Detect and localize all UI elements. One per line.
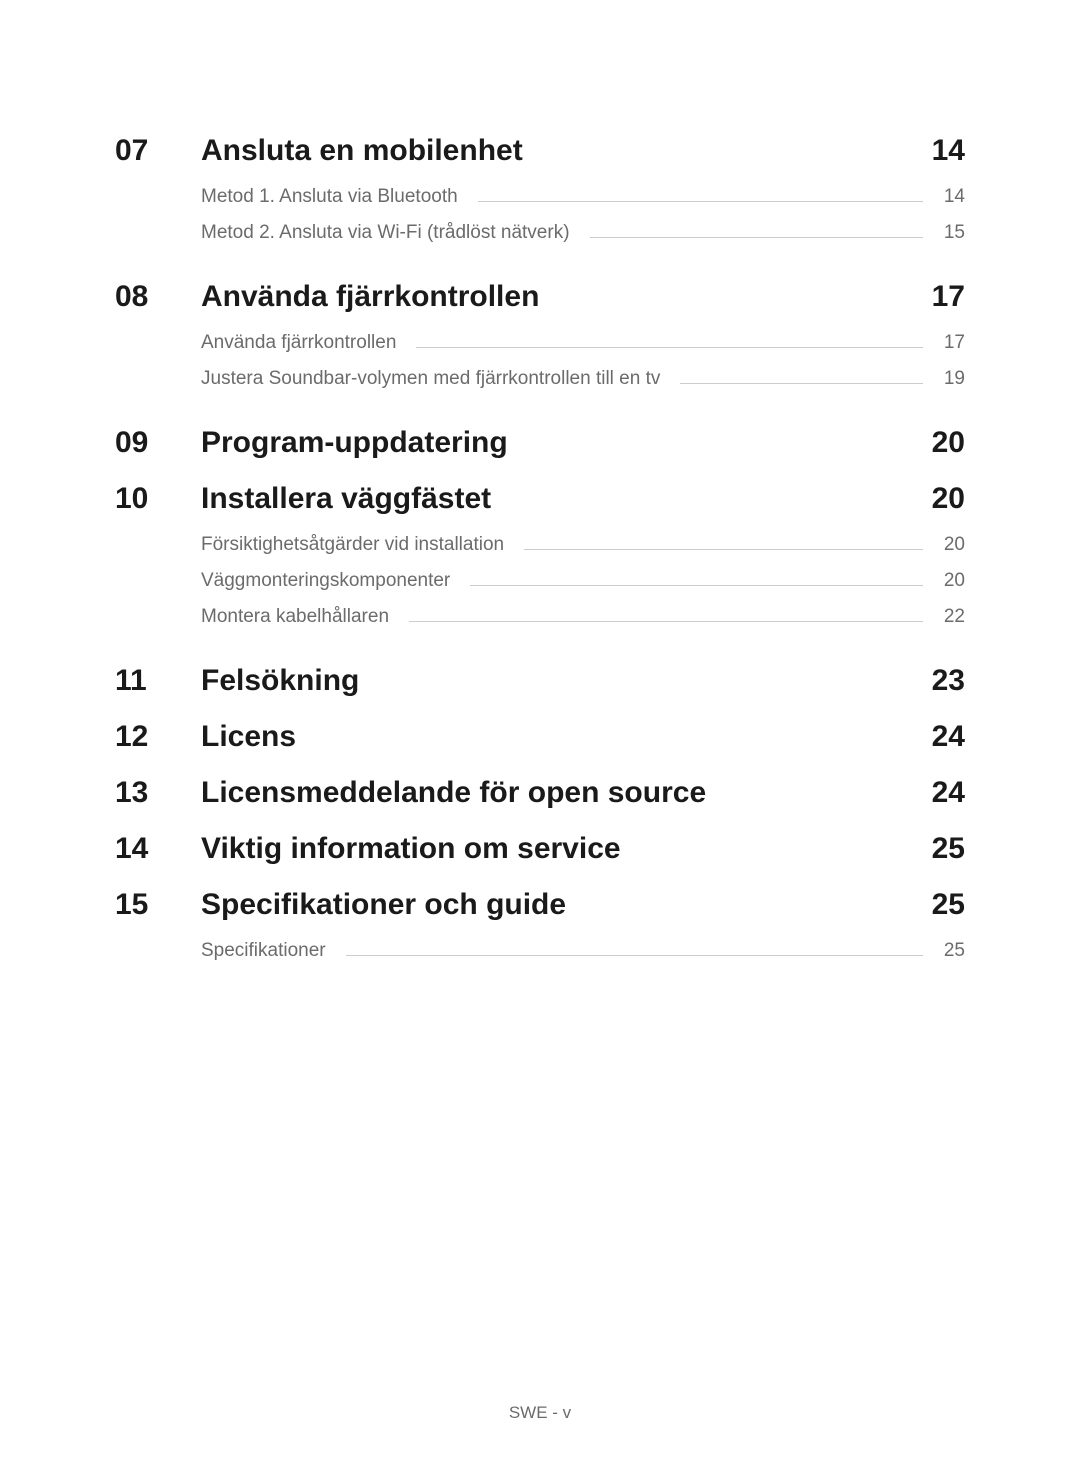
section-number: 10 bbox=[115, 482, 201, 516]
section-header: Ansluta en mobilenhet 14 bbox=[201, 134, 965, 168]
section-header: Felsökning 23 bbox=[201, 664, 965, 698]
sub-item-page: 19 bbox=[935, 368, 965, 390]
section-number: 09 bbox=[115, 426, 201, 460]
section-header: Licensmeddelande för open source 24 bbox=[201, 776, 965, 810]
leader-line bbox=[524, 549, 923, 550]
sub-item-title: Väggmonteringskomponenter bbox=[201, 570, 450, 592]
section-page: 14 bbox=[932, 134, 965, 168]
sub-item-page: 22 bbox=[935, 606, 965, 628]
section-number: 08 bbox=[115, 280, 201, 314]
leader-line bbox=[680, 383, 923, 384]
section-content: Licensmeddelande för open source 24 bbox=[201, 776, 965, 810]
footer-text: SWE - v bbox=[509, 1403, 571, 1422]
section-number: 14 bbox=[115, 832, 201, 866]
section-header: Använda fjärrkontrollen 17 bbox=[201, 280, 965, 314]
section-title: Specifikationer och guide bbox=[201, 888, 566, 922]
section-content: Program-uppdatering 20 bbox=[201, 426, 965, 460]
section-number: 12 bbox=[115, 720, 201, 754]
sub-item-title: Justera Soundbar-volymen med fjärrkontro… bbox=[201, 368, 660, 390]
section-page: 25 bbox=[932, 888, 965, 922]
section-page: 17 bbox=[932, 280, 965, 314]
page-footer: SWE - v bbox=[0, 1403, 1080, 1423]
section-content: Använda fjärrkontrollen17Använda fjärrko… bbox=[201, 280, 965, 404]
sub-item-page: 15 bbox=[935, 222, 965, 244]
sub-items: Försiktighetsåtgärder vid installation 20… bbox=[201, 534, 965, 628]
section-header: Viktig information om service 25 bbox=[201, 832, 965, 866]
sub-item: Metod 2. Ansluta via Wi-Fi (trådlöst nät… bbox=[201, 222, 965, 244]
sub-item: Metod 1. Ansluta via Bluetooth 14 bbox=[201, 186, 965, 208]
toc-section: 07Ansluta en mobilenhet14Metod 1. Anslut… bbox=[115, 134, 965, 258]
section-page: 20 bbox=[932, 426, 965, 460]
toc-section: 12Licens 24 bbox=[115, 720, 965, 754]
leader-line bbox=[346, 955, 923, 956]
section-page: 24 bbox=[932, 776, 965, 810]
section-number: 13 bbox=[115, 776, 201, 810]
section-page: 24 bbox=[932, 720, 965, 754]
section-title: Ansluta en mobilenhet bbox=[201, 134, 523, 168]
section-title: Licens bbox=[201, 720, 296, 754]
toc-section: 08Använda fjärrkontrollen17Använda fjärr… bbox=[115, 280, 965, 404]
sub-item-page: 25 bbox=[935, 940, 965, 962]
sub-item-page: 14 bbox=[935, 186, 965, 208]
section-header: Program-uppdatering 20 bbox=[201, 426, 965, 460]
section-title: Installera väggfästet bbox=[201, 482, 491, 516]
section-number: 11 bbox=[115, 664, 201, 698]
leader-line bbox=[590, 237, 923, 238]
section-number: 07 bbox=[115, 134, 201, 168]
leader-line bbox=[416, 347, 923, 348]
sub-item-title: Använda fjärrkontrollen bbox=[201, 332, 396, 354]
toc-section: 14Viktig information om service 25 bbox=[115, 832, 965, 866]
sub-item: Montera kabelhållaren 22 bbox=[201, 606, 965, 628]
leader-line bbox=[409, 621, 923, 622]
sub-item: Använda fjärrkontrollen 17 bbox=[201, 332, 965, 354]
sub-item: Försiktighetsåtgärder vid installation 20 bbox=[201, 534, 965, 556]
sub-item-page: 20 bbox=[935, 534, 965, 556]
toc-section: 15Specifikationer och guide25Specifikati… bbox=[115, 888, 965, 976]
toc-container: 07Ansluta en mobilenhet14Metod 1. Anslut… bbox=[0, 0, 1080, 976]
section-page: 25 bbox=[932, 832, 965, 866]
sub-item: Specifikationer 25 bbox=[201, 940, 965, 962]
section-title: Viktig information om service bbox=[201, 832, 621, 866]
sub-item-page: 17 bbox=[935, 332, 965, 354]
sub-items: Metod 1. Ansluta via Bluetooth 14 Metod 2.… bbox=[201, 186, 965, 244]
sub-item-title: Montera kabelhållaren bbox=[201, 606, 389, 628]
sub-item: Väggmonteringskomponenter 20 bbox=[201, 570, 965, 592]
section-page: 20 bbox=[932, 482, 965, 516]
section-header: Installera väggfästet 20 bbox=[201, 482, 965, 516]
section-title: Program-uppdatering bbox=[201, 426, 508, 460]
section-content: Viktig information om service 25 bbox=[201, 832, 965, 866]
section-header: Specifikationer och guide 25 bbox=[201, 888, 965, 922]
leader-line bbox=[470, 585, 923, 586]
sub-item-title: Försiktighetsåtgärder vid installation bbox=[201, 534, 504, 556]
leader-line bbox=[478, 201, 923, 202]
section-content: Licens 24 bbox=[201, 720, 965, 754]
toc-section: 13Licensmeddelande för open source 24 bbox=[115, 776, 965, 810]
sub-item: Justera Soundbar-volymen med fjärrkontro… bbox=[201, 368, 965, 390]
section-content: Installera väggfästet20Försiktighetsåtgä… bbox=[201, 482, 965, 642]
section-title: Felsökning bbox=[201, 664, 359, 698]
section-content: Ansluta en mobilenhet14Metod 1. Ansluta … bbox=[201, 134, 965, 258]
section-title: Använda fjärrkontrollen bbox=[201, 280, 539, 314]
toc-section: 09Program-uppdatering 20 bbox=[115, 426, 965, 460]
sub-item-title: Metod 2. Ansluta via Wi-Fi (trådlöst nät… bbox=[201, 222, 570, 244]
sub-items: Specifikationer 25 bbox=[201, 940, 965, 962]
section-content: Felsökning 23 bbox=[201, 664, 965, 698]
section-content: Specifikationer och guide25Specifikation… bbox=[201, 888, 965, 976]
toc-section: 11Felsökning 23 bbox=[115, 664, 965, 698]
sub-item-page: 20 bbox=[935, 570, 965, 592]
section-title: Licensmeddelande för open source bbox=[201, 776, 706, 810]
sub-items: Använda fjärrkontrollen 17 Justera Soundba… bbox=[201, 332, 965, 390]
section-number: 15 bbox=[115, 888, 201, 922]
sub-item-title: Metod 1. Ansluta via Bluetooth bbox=[201, 186, 458, 208]
sub-item-title: Specifikationer bbox=[201, 940, 326, 962]
section-page: 23 bbox=[932, 664, 965, 698]
toc-section: 10Installera väggfästet20Försiktighetsåt… bbox=[115, 482, 965, 642]
section-header: Licens 24 bbox=[201, 720, 965, 754]
